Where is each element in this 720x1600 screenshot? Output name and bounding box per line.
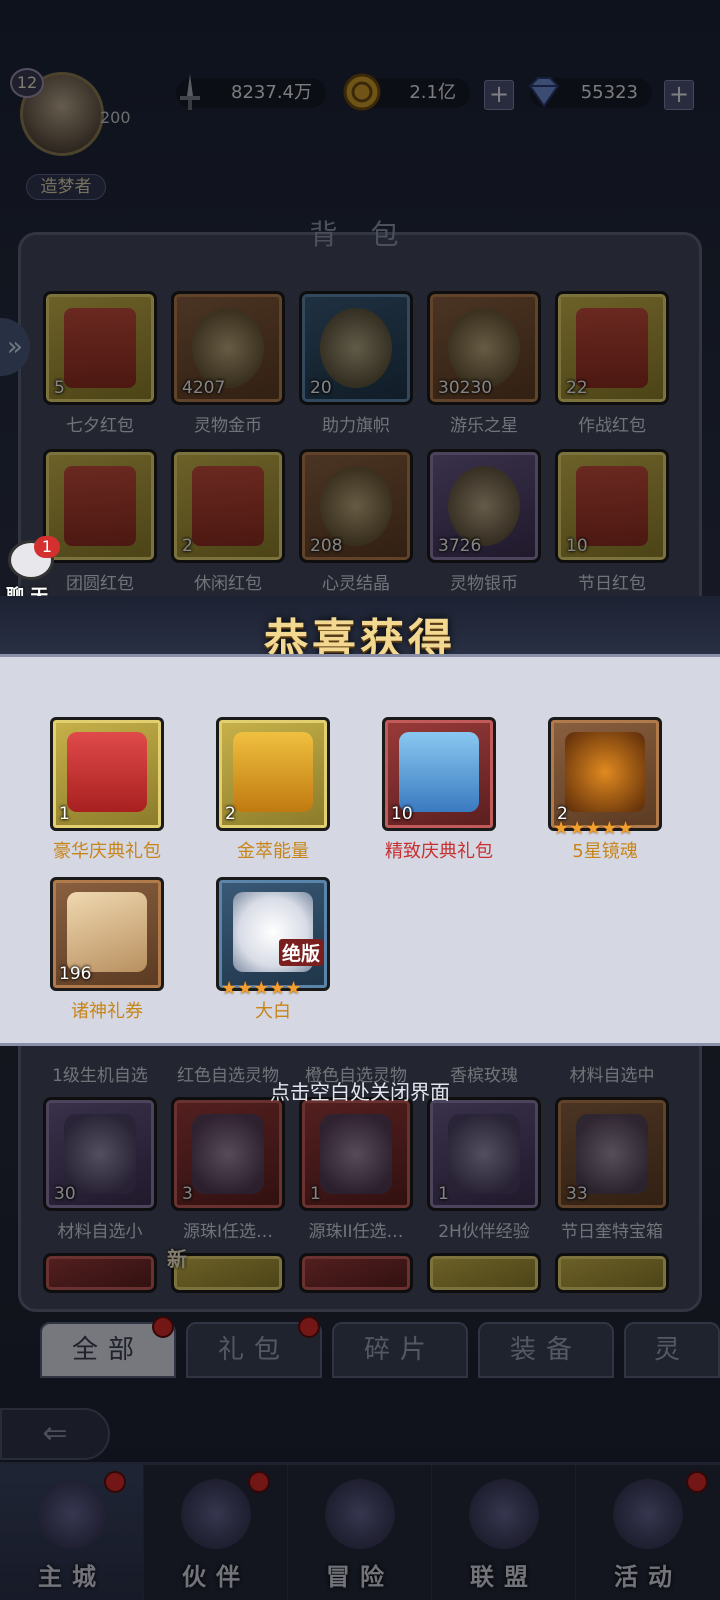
reward-item-count: 10 [391, 804, 413, 824]
reward-item-label: 精致庆典礼包 [385, 841, 493, 862]
reward-item-count: 196 [59, 964, 92, 984]
close-hint[interactable]: 点击空白处关闭界面 [0, 1076, 720, 1105]
reward-item-count: 1 [59, 804, 70, 824]
reward-item-slot[interactable]: 1 [50, 717, 164, 831]
reward-item-slot[interactable]: 196 [50, 877, 164, 991]
limited-edition-tag: 绝版 [278, 939, 323, 966]
reward-item-label: 诸神礼券 [71, 1001, 143, 1022]
reward-popup: 1 豪华庆典礼包 2 金萃能量 10 精致庆典礼包 2 ★★★★★ 5星镜魂 196 诸神礼券 绝版 ★… [0, 654, 720, 1046]
reward-item-count: 2 [225, 804, 236, 824]
reward-item-slot[interactable]: 10 [382, 717, 496, 831]
gift-box-icon [67, 732, 147, 812]
reward-item-label: 5星镜魂 [572, 841, 638, 862]
chat-unread-badge: 1 [34, 536, 60, 558]
reward-item-label: 金萃能量 [237, 841, 309, 862]
reward-item-slot[interactable]: 2 ★★★★★ [548, 717, 662, 839]
mirror-soul-icon [565, 732, 645, 812]
reward-item-label: 大白 [255, 1001, 291, 1022]
gift-box-blue-icon [399, 732, 479, 812]
potion-tube-icon [233, 732, 313, 812]
reward-item-slot[interactable]: 2 [216, 717, 330, 831]
game-screen: 12 造梦者 200 8237.4万 2.1亿 + 55323 + 5 七夕红包 4… [0, 0, 720, 1600]
reward-item-label: 豪华庆典礼包 [53, 841, 161, 862]
star-rating: ★★★★★ [221, 978, 302, 999]
star-rating: ★★★★★ [553, 818, 634, 839]
reward-item-slot[interactable]: 绝版 ★★★★★ [216, 877, 330, 999]
ticket-icon [67, 892, 147, 972]
